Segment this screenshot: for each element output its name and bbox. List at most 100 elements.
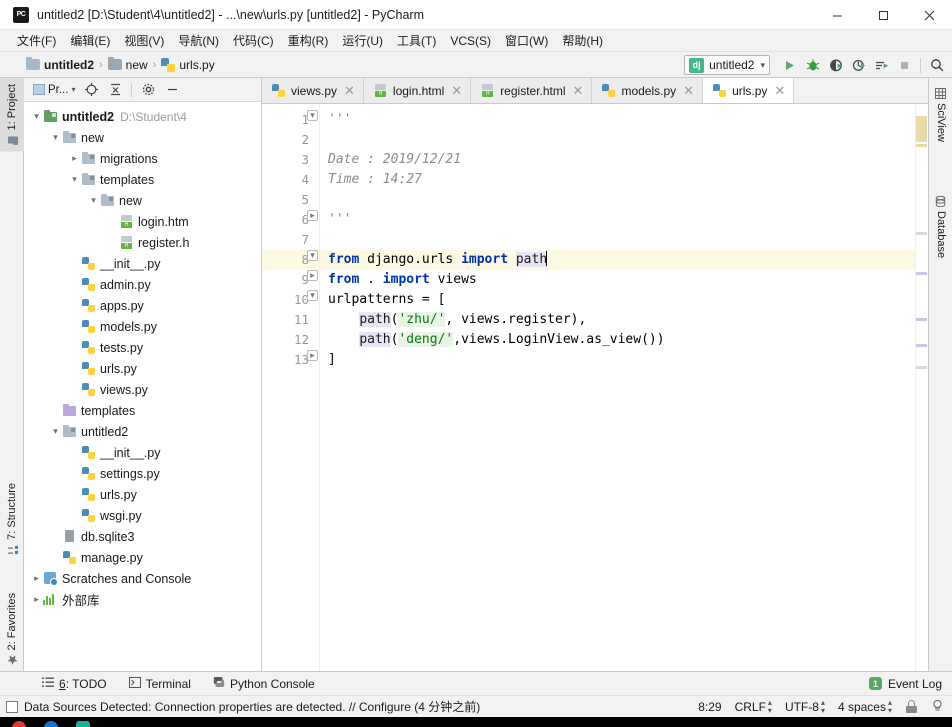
stop-button[interactable] — [893, 54, 916, 76]
lock-icon[interactable] — [905, 700, 918, 713]
menu-navigate[interactable]: 导航(N) — [171, 30, 226, 51]
run-with-parameters-button[interactable] — [870, 54, 893, 76]
debug-button[interactable] — [801, 54, 824, 76]
sidebar-item-sciview[interactable]: SciView — [929, 82, 952, 148]
editor-marker-gutter[interactable] — [915, 104, 928, 671]
editor-tab[interactable]: views.py✕ — [262, 78, 364, 103]
code-editor[interactable]: '''Date : 2019/12/21Time : 14:27'''from … — [320, 104, 915, 671]
close-icon[interactable]: ✕ — [451, 84, 462, 97]
code-line[interactable]: ] — [320, 350, 915, 370]
tree-item[interactable]: ▸外部库 — [24, 589, 261, 610]
code-line[interactable]: Time : 14:27 — [320, 170, 915, 190]
tree-item[interactable]: ▸urls.py — [24, 484, 261, 505]
menu-file[interactable]: 文件(F) — [10, 30, 63, 51]
menu-tools[interactable]: 工具(T) — [390, 30, 443, 51]
tree-item[interactable]: ▸models.py — [24, 316, 261, 337]
tree-item[interactable]: ▸views.py — [24, 379, 261, 400]
close-button[interactable] — [906, 0, 952, 30]
collapse-all-icon[interactable] — [104, 80, 126, 100]
tree-item[interactable]: ▸settings.py — [24, 463, 261, 484]
tree-item[interactable]: ▸manage.py — [24, 547, 261, 568]
code-line[interactable] — [320, 230, 915, 250]
bottom-item-python-console[interactable]: Python Console — [213, 676, 315, 691]
taskbar-app-icon[interactable] — [44, 721, 58, 727]
status-indicator-icon[interactable] — [6, 701, 18, 713]
sidebar-item-structure[interactable]: 7: Structure — [0, 477, 24, 561]
menu-refactor[interactable]: 重构(R) — [281, 30, 336, 51]
expand-arrow-icon[interactable]: ▾ — [30, 111, 43, 122]
taskbar-app-icon[interactable] — [12, 721, 26, 727]
breadcrumb-item-file[interactable]: urls.py — [161, 58, 214, 72]
tree-item[interactable]: ▸__init__.py — [24, 253, 261, 274]
collapse-arrow-icon[interactable]: ▸ — [30, 594, 43, 605]
tree-item[interactable]: ▸Scratches and Console — [24, 568, 261, 589]
code-line[interactable] — [320, 130, 915, 150]
editor-tab[interactable]: Hlogin.html✕ — [364, 78, 471, 103]
fold-marker-line1[interactable]: ▾ — [307, 110, 318, 121]
tree-item[interactable]: ▾templates — [24, 169, 261, 190]
tree-item[interactable]: ▸Hregister.h — [24, 232, 261, 253]
code-line[interactable]: ''' — [320, 210, 915, 230]
sidebar-item-project[interactable]: 1: Project — [0, 78, 24, 151]
tree-item[interactable]: ▾new — [24, 190, 261, 211]
editor-tab[interactable]: urls.py✕ — [703, 78, 794, 103]
event-log-button[interactable]: 1 Event Log — [869, 677, 942, 691]
line-separator-selector[interactable]: CRLF ▴▾ — [735, 699, 772, 715]
run-configuration-selector[interactable]: dj untitled2 ▾ — [684, 55, 770, 75]
menu-window[interactable]: 窗口(W) — [498, 30, 555, 51]
code-line[interactable]: Date : 2019/12/21 — [320, 150, 915, 170]
close-icon[interactable]: ✕ — [774, 84, 785, 97]
code-line[interactable]: path('zhu/', views.register), — [320, 310, 915, 330]
inspection-icon[interactable] — [931, 699, 944, 715]
expand-arrow-icon[interactable]: ▾ — [68, 174, 81, 185]
search-everywhere-icon[interactable] — [925, 54, 948, 76]
encoding-selector[interactable]: UTF-8 ▴▾ — [785, 699, 825, 715]
expand-arrow-icon[interactable]: ▾ — [87, 195, 100, 206]
tree-item[interactable]: ▾untitled2 — [24, 421, 261, 442]
code-line[interactable]: from django.urls import path — [320, 250, 915, 270]
editor-tab[interactable]: models.py✕ — [592, 78, 703, 103]
tree-item[interactable]: ▸__init__.py — [24, 442, 261, 463]
maximize-button[interactable] — [860, 0, 906, 30]
fold-marker-line6[interactable]: ▸ — [307, 210, 318, 221]
menu-code[interactable]: 代码(C) — [226, 30, 281, 51]
indent-selector[interactable]: 4 spaces ▴▾ — [838, 699, 892, 715]
code-line[interactable] — [320, 190, 915, 210]
menu-edit[interactable]: 编辑(E) — [63, 30, 117, 51]
fold-marker-line10[interactable]: ▾ — [307, 290, 318, 301]
close-icon[interactable]: ✕ — [573, 84, 584, 97]
tree-item[interactable]: ▸wsgi.py — [24, 505, 261, 526]
breadcrumb-item-new[interactable]: new — [108, 58, 148, 72]
taskbar-app-icon[interactable] — [76, 721, 90, 727]
status-message[interactable]: Data Sources Detected: Connection proper… — [24, 698, 480, 715]
bottom-item-todo[interactable]: 6: TODO — [42, 677, 107, 691]
close-icon[interactable]: ✕ — [683, 84, 694, 97]
expand-arrow-icon[interactable]: ▾ — [49, 132, 62, 143]
tree-item[interactable]: ▸db.sqlite3 — [24, 526, 261, 547]
menu-run[interactable]: 运行(U) — [335, 30, 390, 51]
project-tree[interactable]: ▾untitled2D:\Student\4 ▾new ▸migrations▾te… — [24, 102, 261, 671]
run-button[interactable] — [778, 54, 801, 76]
sidebar-item-favorites[interactable]: 2: Favorites — [0, 587, 24, 671]
hide-panel-icon[interactable] — [161, 80, 183, 100]
caret-position[interactable]: 8:29 — [698, 700, 721, 714]
tree-item[interactable]: ▸migrations — [24, 148, 261, 169]
tree-item[interactable]: ▸templates — [24, 400, 261, 421]
menu-vcs[interactable]: VCS(S) — [443, 32, 498, 50]
breadcrumb-item-project[interactable]: untitled2 — [26, 58, 94, 72]
bottom-item-terminal[interactable]: Terminal — [129, 677, 191, 691]
code-line[interactable]: path('deng/',views.LoginView.as_view()) — [320, 330, 915, 350]
sidebar-item-database[interactable]: Database — [929, 190, 952, 264]
tree-item[interactable]: ▾untitled2D:\Student\4 — [24, 106, 261, 127]
tree-item[interactable]: ▸tests.py — [24, 337, 261, 358]
editor-gutter[interactable]: 12345678910111213 ▾ ▸ ▾ ▸ ▾ ▸ — [262, 104, 320, 671]
tree-item[interactable]: ▸urls.py — [24, 358, 261, 379]
tree-item[interactable]: ▸Hlogin.htm — [24, 211, 261, 232]
fold-marker-line9[interactable]: ▸ — [307, 270, 318, 281]
minimize-button[interactable] — [814, 0, 860, 30]
code-line[interactable]: from . import views — [320, 270, 915, 290]
code-line[interactable]: urlpatterns = [ — [320, 290, 915, 310]
project-panel-title-dropdown[interactable]: Pr... ▾ — [30, 84, 78, 96]
close-icon[interactable]: ✕ — [344, 84, 355, 97]
run-coverage-button[interactable] — [824, 54, 847, 76]
